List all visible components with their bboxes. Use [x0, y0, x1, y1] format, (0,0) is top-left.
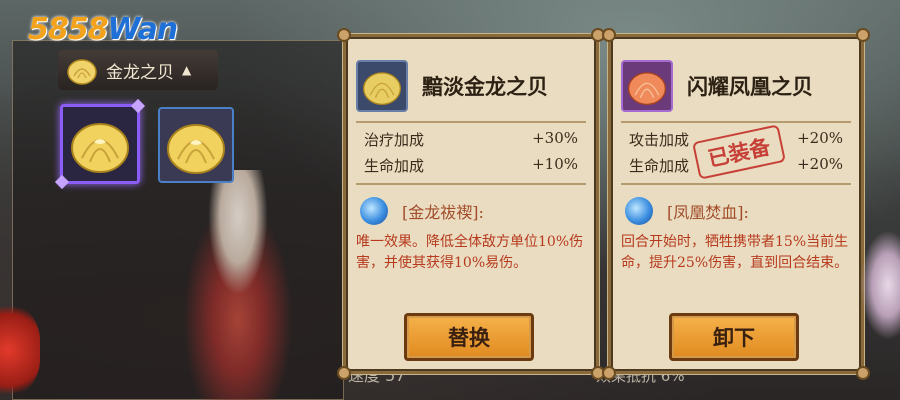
card-header: 闪耀凤凰之贝 [621, 55, 851, 117]
unequip-button[interactable]: 卸下 [669, 313, 799, 361]
frame-knot [337, 28, 351, 42]
wave-skill-icon [360, 197, 388, 225]
stat-row: 治疗加成 +30% [364, 129, 578, 149]
item-icon-frame [621, 60, 673, 112]
frame-knot [856, 366, 870, 380]
frame-knot [856, 28, 870, 42]
divider [356, 183, 586, 185]
card-header: 黯淡金龙之贝 [356, 55, 586, 117]
divider [621, 183, 851, 185]
skill-name: [金龙祓禊]: [402, 203, 484, 222]
gold-shell-icon [167, 124, 225, 174]
set-selector-dropdown[interactable]: 金龙之贝 ▲ [58, 50, 218, 90]
item-title: 黯淡金龙之贝 [422, 74, 548, 99]
phoenix-shell-icon [627, 72, 667, 106]
item-title: 闪耀凤凰之贝 [687, 74, 813, 99]
caret-up-icon: ▲ [182, 63, 192, 77]
equipment-slot-selected[interactable] [54, 98, 146, 190]
background-decoration [860, 230, 900, 340]
skill-row: [金龙祓禊]: [360, 197, 484, 225]
gold-shell-icon [362, 72, 402, 106]
divider [621, 121, 851, 123]
gold-shell-icon [71, 123, 129, 173]
skill-name: [凤凰焚血]: [667, 203, 749, 222]
frame-knot [337, 366, 351, 380]
replace-button[interactable]: 替换 [404, 313, 534, 361]
skill-description: 唯一效果。降低全体敌方单位10%伤害，并使其获得10%易伤。 [356, 234, 584, 271]
wave-skill-icon [625, 197, 653, 225]
item-icon-frame [356, 60, 408, 112]
character-model [168, 170, 308, 400]
frame-knot [602, 28, 616, 42]
item-detail-card-dim-gold-dragon: 黯淡金龙之贝 治疗加成 +30% 生命加成 +10% [金龙祓禊]: 唯一效果。降低… [337, 28, 605, 380]
watermark-brand: Wan [107, 12, 179, 47]
watermark-digits: 5858 [28, 12, 108, 47]
gold-shell-icon [67, 59, 97, 85]
site-watermark: 5858Wan [28, 12, 179, 47]
skill-row: [凤凰焚血]: [625, 197, 749, 225]
item-detail-card-shining-phoenix: 闪耀凤凰之贝 攻击加成 +20% 生命加成 +20% 已装备 [凤凰焚血]: 回合开… [602, 28, 870, 380]
set-selector-label: 金龙之贝 [106, 62, 174, 83]
equipment-slot[interactable] [158, 107, 234, 183]
stat-row: 生命加成 +10% [364, 155, 578, 175]
frame-knot [602, 366, 616, 380]
divider [356, 121, 586, 123]
skill-description: 回合开始时，牺牲携带者15%当前生命，提升25%伤害，直到回合结束。 [621, 234, 849, 271]
